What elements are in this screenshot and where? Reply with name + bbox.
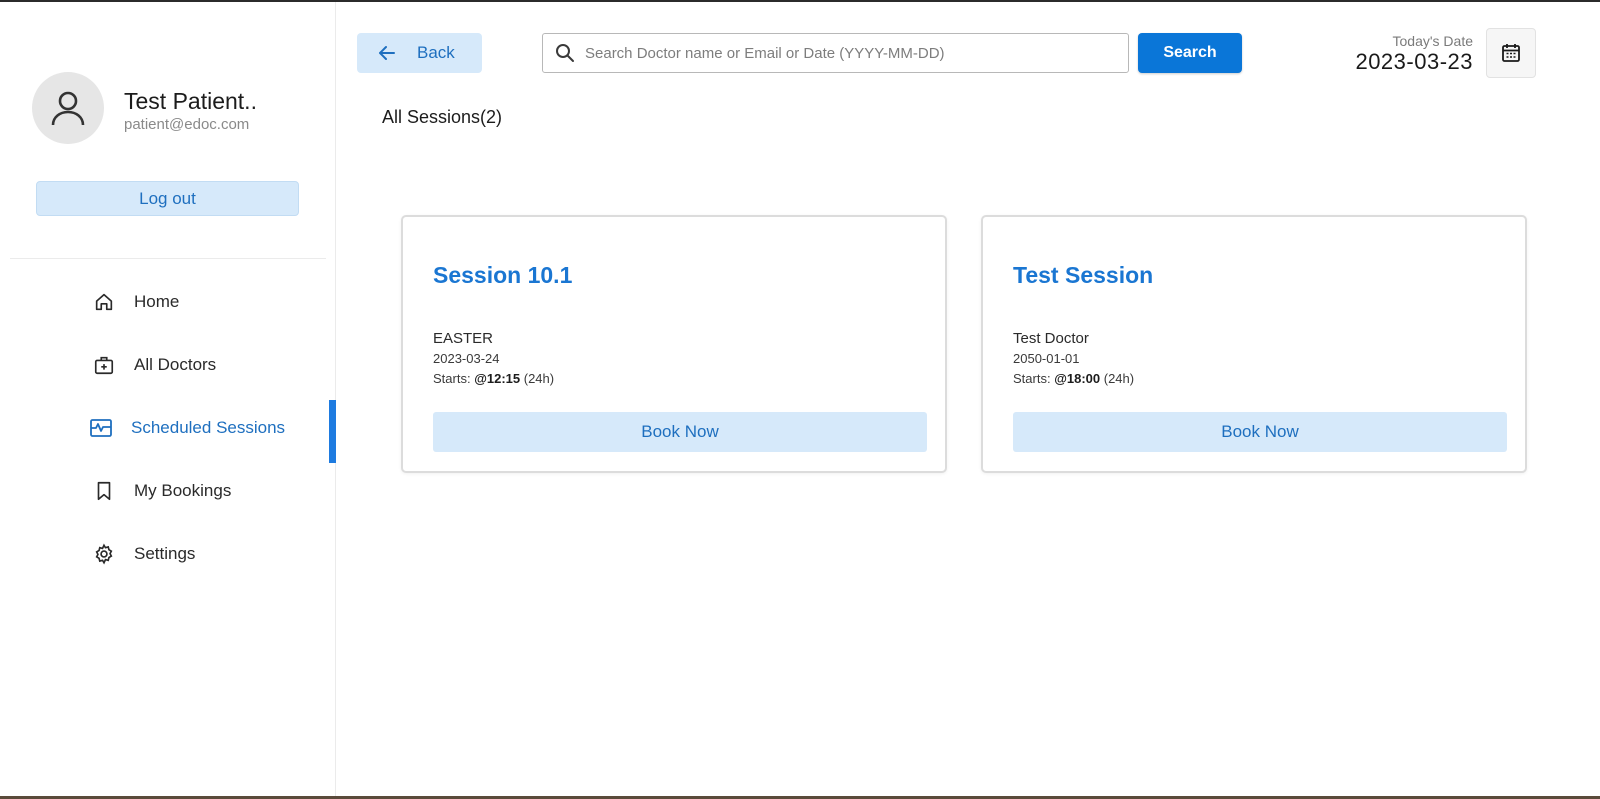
today-date-value: 2023-03-23 [1355,49,1473,74]
session-date: 2050-01-01 [1013,351,1080,366]
back-label: Back [417,43,455,62]
sidebar-divider [10,258,326,259]
section-title: All Sessions(2) [382,107,503,127]
time-suffix: (24h) [1100,371,1135,386]
sidebar-item-label: My Bookings [134,480,232,500]
session-doctor: Test Doctor [1013,330,1089,347]
profile-name: Test Patient.. [124,88,257,114]
medical-bag-icon [92,353,116,377]
profile-card: Test Patient.. patient@edoc.com [32,72,322,144]
search-button[interactable]: Search [1138,33,1242,73]
logout-button[interactable]: Log out [36,181,299,216]
sidebar-item-label: Scheduled Sessions [131,417,286,437]
session-card: Test Session Test Doctor 2050-01-01 Star… [981,215,1527,473]
calendar-icon [1502,44,1520,62]
search-box [542,33,1129,73]
book-now-button[interactable]: Book Now [1013,412,1507,452]
sidebar-item-label: Settings [134,543,196,563]
arrow-left-icon [377,43,397,63]
session-start-time: Starts: @12:15 (24h) [433,371,554,386]
session-card: Session 10.1 EASTER 2023-03-24 Starts: @… [401,215,947,473]
sidebar-item-settings[interactable]: Settings [0,522,336,585]
avatar [32,72,104,144]
profile-email: patient@edoc.com [124,116,250,133]
sidebar-item-label: All Doctors [134,354,217,374]
start-time: @18:00 [1054,371,1101,386]
book-now-button[interactable]: Book Now [433,412,927,452]
session-doctor: EASTER [433,330,494,347]
gear-icon [92,542,116,566]
sidebar-item-all-doctors[interactable]: All Doctors [0,333,336,396]
session-start-time: Starts: @18:00 (24h) [1013,371,1134,386]
search-input[interactable] [585,44,1125,62]
sidebar-item-scheduled-sessions[interactable]: Scheduled Sessions [0,396,336,463]
session-title: Session 10.1 [433,262,573,288]
sidebar-item-label: Home [134,291,180,311]
calendar-button[interactable] [1486,28,1536,78]
time-suffix: (24h) [520,371,555,386]
schedule-pulse-icon [89,416,113,440]
home-icon [92,290,116,314]
starts-prefix: Starts: [1013,371,1055,386]
search-icon [555,43,575,63]
today-date-label: Today's Date [1392,33,1474,49]
sidebar-item-my-bookings[interactable]: My Bookings [0,459,336,522]
bookmark-icon [92,479,116,503]
back-button[interactable]: Back [357,33,482,73]
sidebar: Test Patient.. patient@edoc.com Log out … [0,2,336,796]
starts-prefix: Starts: [433,371,475,386]
session-date: 2023-03-24 [433,351,500,366]
sidebar-item-home[interactable]: Home [0,270,336,333]
user-icon [51,91,85,126]
sidebar-nav: Home All Doctors Scheduled Sessions My B… [0,270,336,585]
start-time: @12:15 [474,371,521,386]
session-title: Test Session [1013,262,1154,288]
